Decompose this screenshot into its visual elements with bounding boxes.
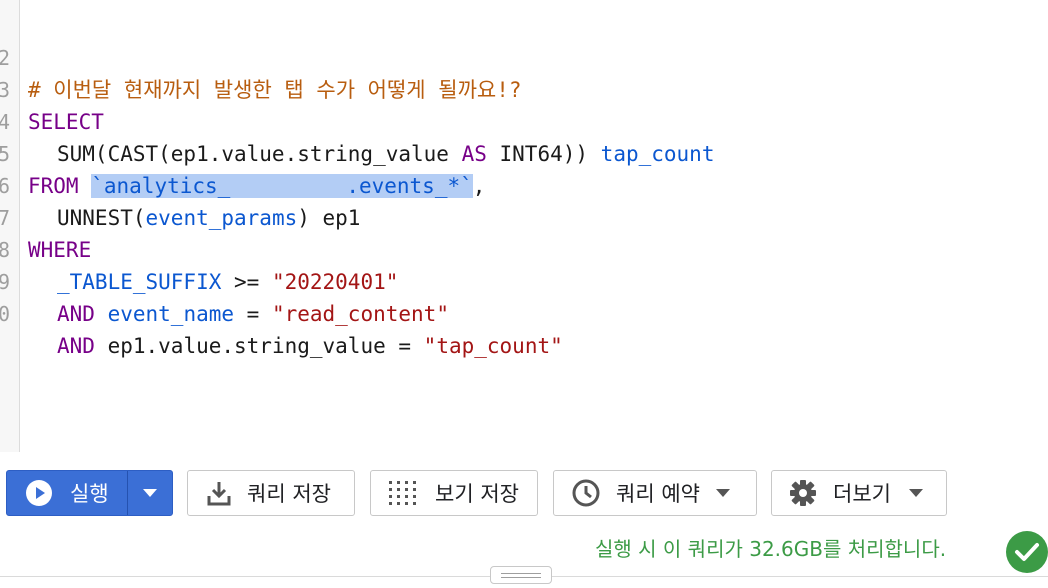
download-icon (207, 480, 231, 506)
code-line[interactable]: 9 AND event_name = "read_content" (0, 234, 449, 326)
run-options-dropdown[interactable] (128, 471, 172, 515)
code-comment: # 이번달 현재까지 발생한 탭 수가 어떻게 될까요!? (28, 78, 522, 102)
grid-dots-icon (388, 480, 418, 506)
more-label: 더보기 (833, 482, 891, 506)
save-query-button[interactable]: 쿼리 저장 (187, 470, 355, 516)
keyword-and: AND (57, 334, 95, 358)
code-operator: >= (221, 270, 272, 294)
run-button-group: 실행 (6, 470, 173, 516)
code-alias: ) ep1 (297, 206, 361, 230)
code-function: SUM(CAST(ep1.value.string_value (57, 142, 462, 166)
code-identifier: event_params (145, 206, 298, 230)
keyword-as: AS (461, 142, 487, 166)
code-punctuation: , (472, 174, 486, 198)
table-name-part: .events_*` (346, 174, 473, 198)
save-query-label: 쿼리 저장 (247, 482, 331, 506)
query-validator-message: 실행 시 이 쿼리가 32.6GB를 처리합니다. (595, 537, 947, 561)
save-view-button[interactable]: 보기 저장 (370, 470, 538, 516)
check-circle-icon (1006, 531, 1048, 573)
column-alias: tap_count (600, 142, 715, 166)
sql-editor[interactable]: 2 # 이번달 현재까지 발생한 탭 수가 어떻게 될까요!? 3 SELECT… (0, 0, 1048, 452)
clock-icon (572, 479, 600, 507)
code-line[interactable]: 7 WHERE (0, 170, 91, 262)
chevron-down-icon (143, 489, 157, 497)
more-button[interactable]: 더보기 (771, 470, 947, 516)
chevron-down-icon (908, 489, 923, 497)
table-name-part: `analytics_ (91, 174, 231, 198)
code-function: UNNEST( (57, 206, 146, 230)
code-line[interactable]: 0 AND ep1.value.string_value = "tap_coun… (0, 266, 563, 358)
gear-icon (789, 479, 817, 507)
code-string: "tap_count" (423, 334, 563, 358)
save-view-label: 보기 저장 (435, 482, 519, 506)
line-number: 0 (0, 302, 10, 326)
run-button-label: 실행 (70, 482, 109, 506)
code-line[interactable]: 2 # 이번달 현재까지 발생한 탭 수가 어떻게 될까요!? (0, 10, 522, 102)
code-identifier: event_name (94, 302, 235, 326)
schedule-query-label: 쿼리 예약 (616, 482, 700, 506)
code-line[interactable]: 5 FROM `analytics_ .events_*`, (0, 106, 485, 198)
code-expression: ep1.value.string_value = (94, 334, 424, 358)
play-icon (25, 479, 53, 507)
keyword-and: AND (57, 302, 95, 326)
code-line[interactable]: 3 SELECT (0, 42, 104, 134)
run-button[interactable]: 실행 (7, 471, 128, 515)
code-string: "20220401" (271, 270, 399, 294)
query-toolbar: 실행 쿼리 저장 보기 저장 쿼리 예약 더보기 실행 시 이 쿼리가 32.6… (0, 452, 1048, 588)
code-type: INT64)) (486, 142, 601, 166)
schedule-query-button[interactable]: 쿼리 예약 (553, 470, 757, 516)
code-line[interactable]: 6 UNNEST(event_params) ep1 (0, 138, 360, 230)
code-identifier: _TABLE_SUFFIX (57, 270, 222, 294)
resize-handle[interactable] (490, 566, 552, 584)
code-operator: = (234, 302, 272, 326)
chevron-down-icon (715, 489, 730, 497)
code-line[interactable]: 8 _TABLE_SUFFIX >= "20220401" (0, 202, 398, 294)
code-line[interactable]: 4 SUM(CAST(ep1.value.string_value AS INT… (0, 74, 714, 166)
code-string: "read_content" (271, 302, 449, 326)
